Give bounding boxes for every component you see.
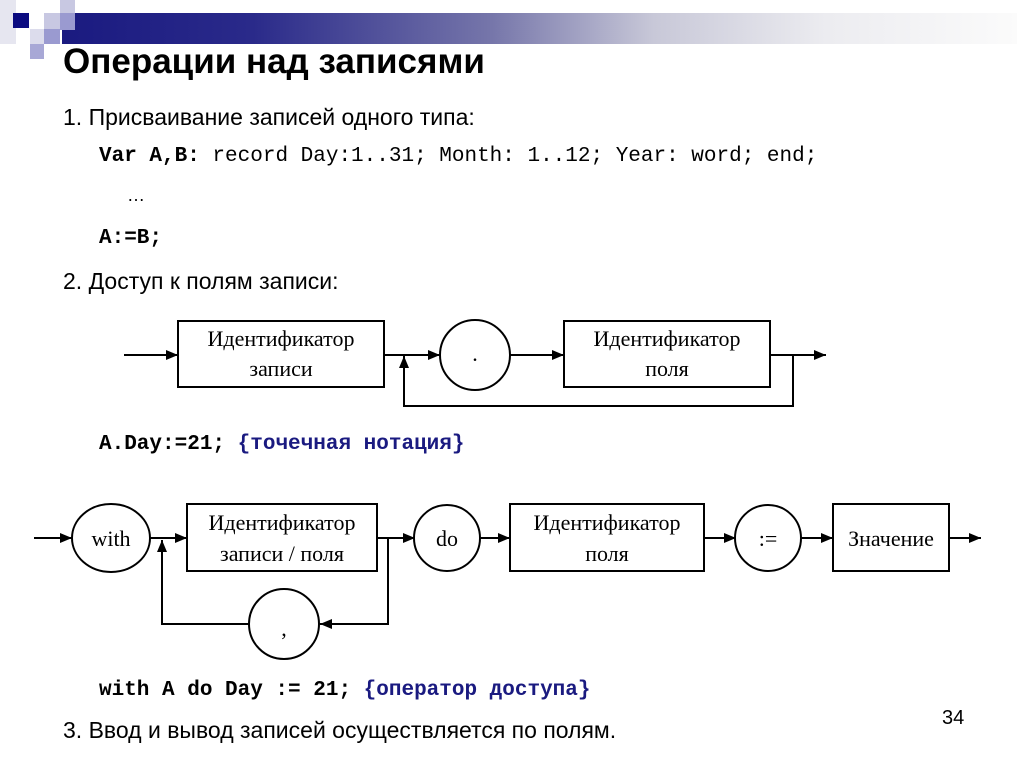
- circle-comma-label: ,: [281, 616, 287, 641]
- box-record-field-line1: Идентификатор: [209, 510, 356, 535]
- circle-do-label: do: [436, 526, 458, 551]
- box-record-identifier-line1: Идентификатор: [208, 326, 355, 351]
- circle-dot-label: .: [472, 341, 478, 366]
- box-field-identifier-line2: поля: [645, 356, 689, 381]
- syntax-diagrams: Идентификатор записи . Идентификатор пол…: [34, 319, 981, 660]
- circle-with-label: with: [91, 526, 130, 551]
- circle-assign-label: :=: [759, 526, 778, 551]
- box-field-identifier-2-line1: Идентификатор: [534, 510, 681, 535]
- diagram-with-statement: [34, 503, 981, 660]
- box-field-identifier-line1: Идентификатор: [594, 326, 741, 351]
- box-value-label: Значение: [848, 526, 934, 551]
- box-field-identifier-2-line2: поля: [585, 541, 629, 566]
- box-record-identifier-line2: записи: [249, 356, 312, 381]
- box-record-field-line2: записи / поля: [220, 541, 344, 566]
